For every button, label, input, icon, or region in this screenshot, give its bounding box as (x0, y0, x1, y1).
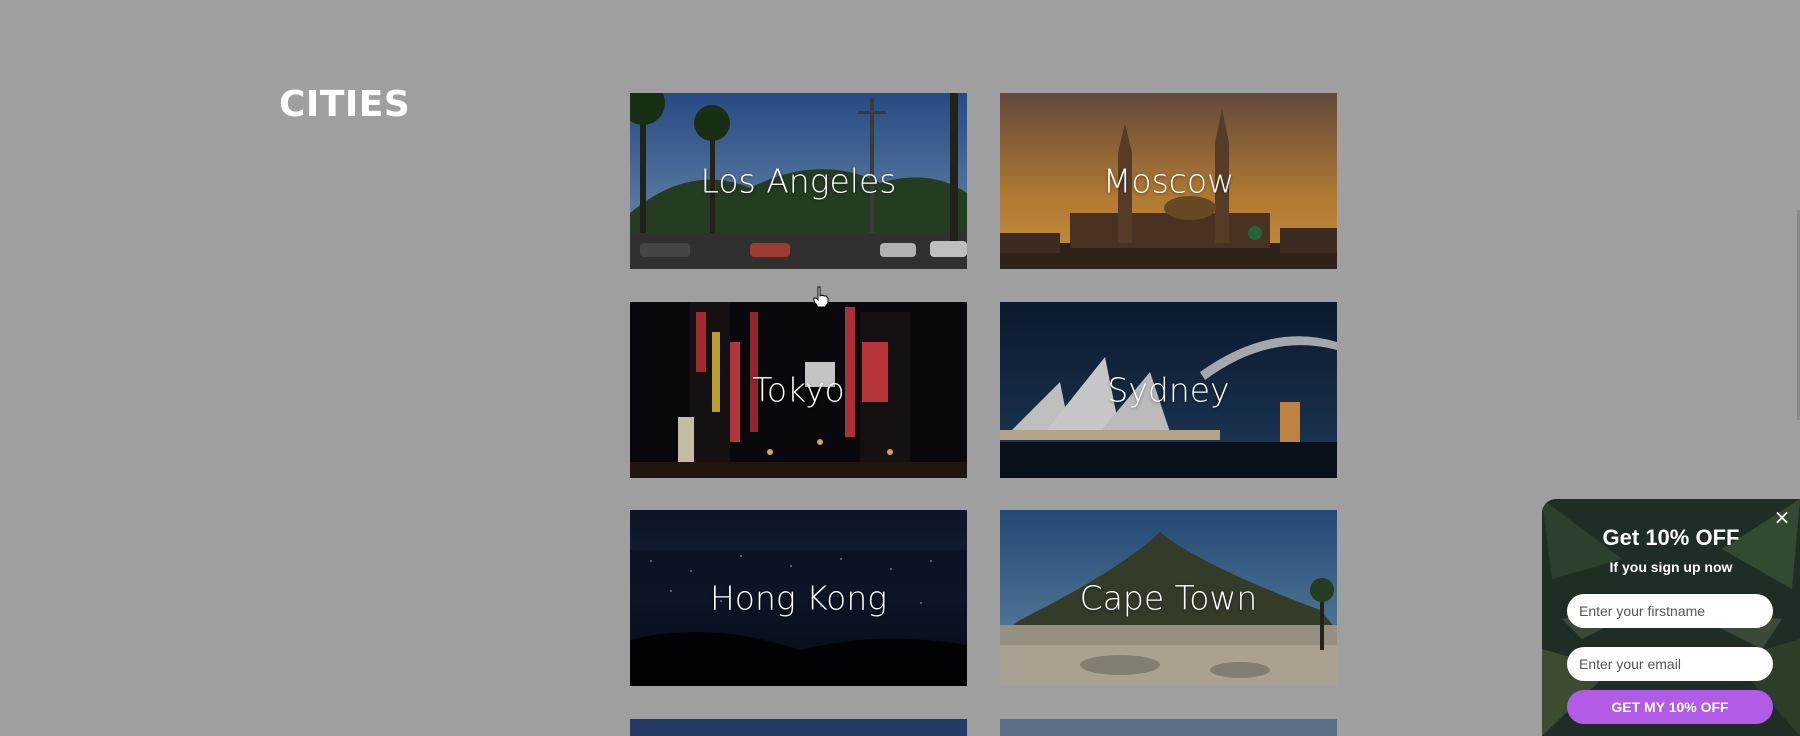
city-name: Cape Town (1079, 578, 1258, 618)
city-card-tokyo[interactable]: Tokyo (630, 302, 967, 478)
city-name: Los Angeles (700, 161, 897, 201)
email-input[interactable] (1567, 647, 1773, 681)
city-name: Hong Kong (709, 578, 888, 618)
city-card-cape-town[interactable]: Cape Town (1000, 510, 1337, 686)
city-card-partial[interactable] (630, 719, 967, 736)
firstname-input[interactable] (1567, 594, 1773, 628)
city-card-los-angeles[interactable]: Los Angeles (630, 93, 967, 269)
city-name: Moscow (1102, 161, 1235, 201)
city-card-moscow[interactable]: Moscow (1000, 93, 1337, 269)
close-icon[interactable]: × (1772, 507, 1792, 527)
partial-city-image (630, 719, 967, 736)
popup-headline: Get 10% OFF (1602, 525, 1740, 550)
get-discount-button[interactable]: GET MY 10% OFF (1567, 690, 1773, 724)
popup-subtext: If you sign up now (1609, 559, 1733, 575)
cities-grid: Los Angeles Moscow Tokyo Sydney Hong Kon… (0, 0, 1800, 736)
city-card-hong-kong[interactable]: Hong Kong (630, 510, 967, 686)
partial-city-image (1000, 719, 1337, 736)
city-card-partial[interactable] (1000, 719, 1337, 736)
hand-cursor-icon (812, 286, 830, 308)
city-card-sydney[interactable]: Sydney (1000, 302, 1337, 478)
city-name: Tokyo (752, 370, 845, 410)
city-name: Sydney (1107, 370, 1230, 410)
signup-popup: × Get 10% OFF If you sign up now GET MY … (1542, 499, 1800, 736)
